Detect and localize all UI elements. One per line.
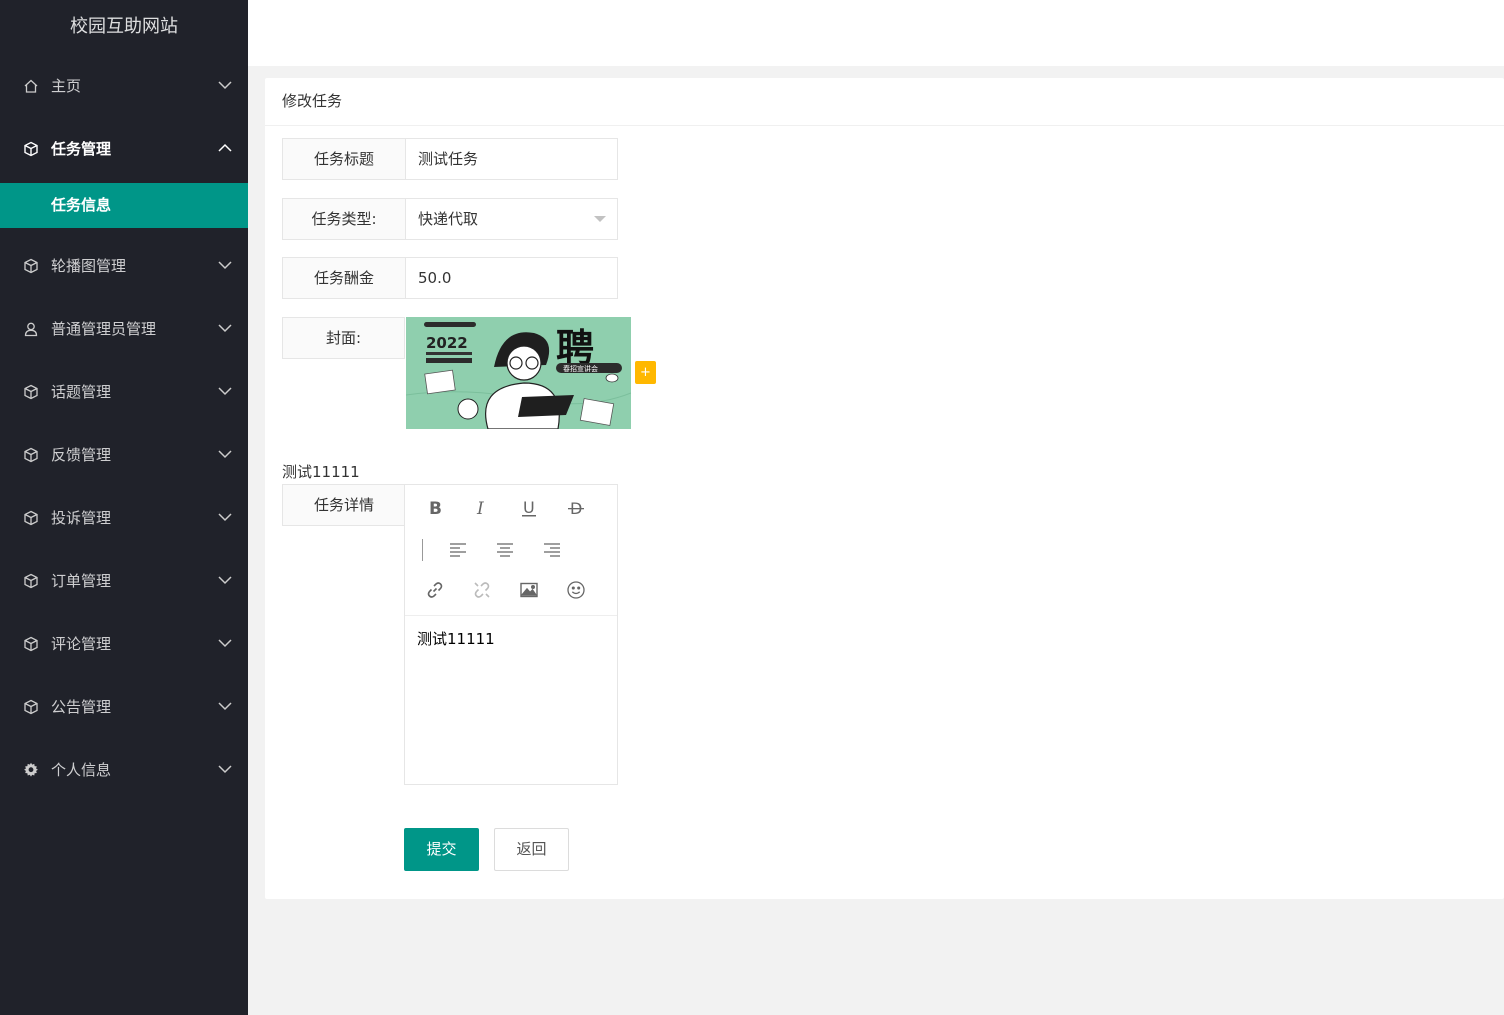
home-icon xyxy=(22,77,39,94)
sidebar-item-complaints[interactable]: 投诉管理 xyxy=(0,486,248,549)
align-right-icon[interactable] xyxy=(539,537,565,563)
svg-text:I: I xyxy=(476,499,484,518)
sidebar-item-orders[interactable]: 订单管理 xyxy=(0,549,248,612)
sidebar-item-label: 任务管理 xyxy=(51,140,112,158)
strikethrough-icon[interactable]: D xyxy=(563,495,589,521)
task-type-label: 任务类型: xyxy=(282,198,405,240)
emoji-icon[interactable] xyxy=(563,577,589,603)
sidebar: 校园互助网站 主页 任务管理 任务信息 轮播图管理 普通管理员管理 话题管理 反… xyxy=(0,0,248,1015)
form-row-title: 任务标题 测试任务 xyxy=(282,138,618,180)
chevron-down-icon xyxy=(218,260,232,270)
task-reward-label: 任务酬金 xyxy=(282,257,405,299)
task-reward-input[interactable]: 50.0 xyxy=(405,257,618,299)
unlink-icon[interactable] xyxy=(469,577,495,603)
form-row-detail: 任务详情 xyxy=(282,484,405,526)
cube-icon xyxy=(22,572,39,589)
cover-label: 封面: xyxy=(282,317,405,359)
align-center-icon[interactable] xyxy=(492,537,518,563)
chevron-down-icon xyxy=(218,323,232,333)
card-title: 修改任务 xyxy=(265,78,1504,126)
top-header xyxy=(248,0,1504,66)
sidebar-item-label: 反馈管理 xyxy=(51,446,112,464)
cube-icon xyxy=(22,509,39,526)
chevron-up-icon xyxy=(218,143,232,153)
align-left-icon[interactable] xyxy=(445,537,471,563)
editor-content-area[interactable]: 测试11111 xyxy=(405,616,617,661)
sidebar-item-home[interactable]: 主页 xyxy=(0,54,248,117)
form-row-reward: 任务酬金 50.0 xyxy=(282,257,618,299)
sidebar-item-label: 主页 xyxy=(51,77,82,95)
bold-icon[interactable]: B xyxy=(422,495,448,521)
cover-image: 2022 聘 春招宣讲会 xyxy=(406,317,631,429)
sidebar-item-feedback[interactable]: 反馈管理 xyxy=(0,423,248,486)
editor-content-text: 测试11111 xyxy=(417,630,495,648)
task-detail-label: 任务详情 xyxy=(282,484,405,526)
toolbar-separator xyxy=(422,539,423,561)
sidebar-subitem-task-info[interactable]: 任务信息 xyxy=(0,183,248,228)
chevron-down-icon xyxy=(218,386,232,396)
chevron-down-icon xyxy=(218,764,232,774)
sidebar-item-label: 公告管理 xyxy=(51,698,112,716)
underline-icon[interactable]: U xyxy=(516,495,542,521)
sidebar-item-label: 个人信息 xyxy=(51,761,112,779)
gear-icon xyxy=(22,761,39,778)
link-icon[interactable] xyxy=(422,577,448,603)
svg-text:U: U xyxy=(523,498,535,517)
cover-badge-text: 春招宣讲会 xyxy=(563,364,598,373)
cover-year-text: 2022 xyxy=(426,334,468,352)
sidebar-item-task-management[interactable]: 任务管理 xyxy=(0,117,248,180)
cube-icon xyxy=(22,698,39,715)
image-icon[interactable] xyxy=(516,577,542,603)
editor-toolbar: B I U D xyxy=(405,485,617,616)
chevron-down-icon xyxy=(218,701,232,711)
sidebar-item-comments[interactable]: 评论管理 xyxy=(0,612,248,675)
sidebar-item-label: 轮播图管理 xyxy=(51,257,127,275)
sidebar-item-admins[interactable]: 普通管理员管理 xyxy=(0,297,248,360)
sidebar-item-label: 普通管理员管理 xyxy=(51,320,157,338)
chevron-down-icon xyxy=(218,80,232,90)
chevron-down-icon xyxy=(218,638,232,648)
cube-icon xyxy=(22,446,39,463)
site-logo: 校园互助网站 xyxy=(70,16,178,37)
detail-preview-text: 测试11111 xyxy=(282,463,360,481)
sidebar-item-label: 评论管理 xyxy=(51,635,112,653)
cube-icon xyxy=(22,257,39,274)
chevron-down-icon xyxy=(218,449,232,459)
cube-icon xyxy=(22,635,39,652)
chevron-down-icon xyxy=(218,575,232,585)
edit-task-card: 修改任务 任务标题 测试任务 任务类型: 快递代取 任务酬金 50.0 封面: … xyxy=(265,78,1504,899)
sidebar-item-announcements[interactable]: 公告管理 xyxy=(0,675,248,738)
sidebar-item-profile[interactable]: 个人信息 xyxy=(0,738,248,801)
user-icon xyxy=(22,320,39,337)
cube-icon xyxy=(22,140,39,157)
form-row-type: 任务类型: 快递代取 xyxy=(282,198,618,240)
sidebar-item-topics[interactable]: 话题管理 xyxy=(0,360,248,423)
caret-down-icon xyxy=(594,216,606,222)
task-title-input[interactable]: 测试任务 xyxy=(405,138,618,180)
task-type-selected: 快递代取 xyxy=(418,210,479,228)
back-button[interactable]: 返回 xyxy=(494,828,569,871)
cube-icon xyxy=(22,383,39,400)
sidebar-item-label: 投诉管理 xyxy=(51,509,112,527)
form-row-cover: 封面: xyxy=(282,317,405,359)
italic-icon[interactable]: I xyxy=(469,495,495,521)
svg-text:B: B xyxy=(429,499,442,518)
submit-button[interactable]: 提交 xyxy=(404,828,479,871)
sidebar-item-carousel[interactable]: 轮播图管理 xyxy=(0,234,248,297)
sidebar-item-label: 话题管理 xyxy=(51,383,112,401)
task-title-label: 任务标题 xyxy=(282,138,405,180)
task-type-select[interactable]: 快递代取 xyxy=(405,198,618,240)
rich-text-editor: B I U D 测试11111 xyxy=(404,484,618,785)
sidebar-item-label: 订单管理 xyxy=(51,572,112,590)
upload-cover-button[interactable]: + xyxy=(635,361,656,384)
chevron-down-icon xyxy=(218,512,232,522)
